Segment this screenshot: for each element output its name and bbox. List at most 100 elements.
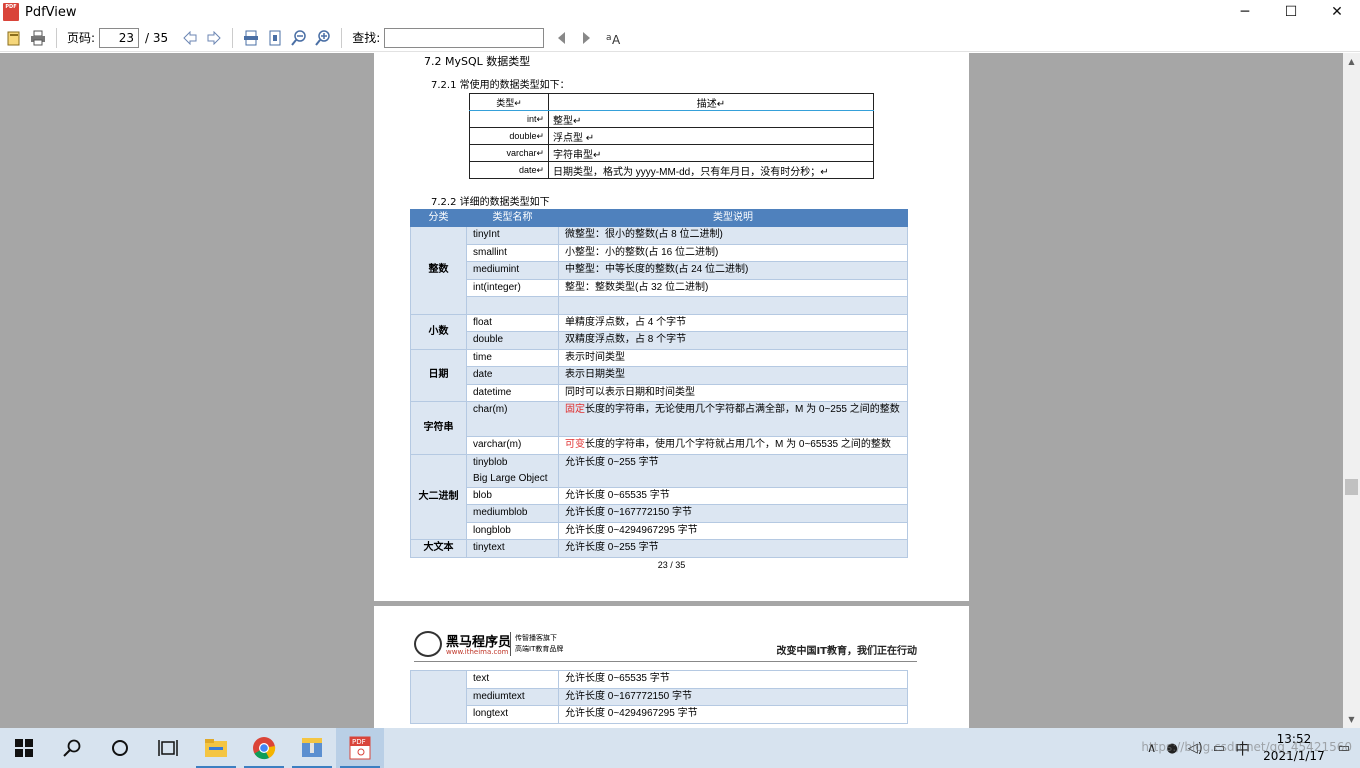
find-previous-icon[interactable] xyxy=(552,28,572,48)
type-name: varchar(m) xyxy=(466,436,559,455)
cortana-icon[interactable] xyxy=(96,728,144,768)
type-description: 允许长度 0~255 字节 xyxy=(558,453,908,488)
type-name: tinyblob Big Large Object xyxy=(466,453,559,488)
page-number-input[interactable] xyxy=(99,27,140,48)
table-row: double 双精度浮点数，占 8 个字节 xyxy=(411,331,908,350)
fit-width-icon[interactable] xyxy=(241,28,261,48)
table-row: varchar↵ 字符串型↵ xyxy=(469,144,874,162)
windows-start-icon[interactable] xyxy=(0,728,48,768)
zoom-out-icon[interactable] xyxy=(289,28,309,48)
blog-watermark: https://blog.csdn.net/qq_45421560 xyxy=(1141,740,1352,754)
table-row: int↵ 整型↵ xyxy=(469,110,874,128)
type-description: 允许长度 0~65535 字节 xyxy=(558,670,908,689)
highlight-variable: 可变 xyxy=(565,439,585,450)
zoom-in-icon[interactable] xyxy=(313,28,333,48)
next-page-icon[interactable] xyxy=(204,28,224,48)
type-name: date xyxy=(466,366,559,385)
type-description: 整型：整数类型(占 32 位二进制) xyxy=(558,278,908,297)
pdfview-taskbar-icon[interactable]: PDF xyxy=(336,728,384,768)
scrollbar-thumb[interactable] xyxy=(1345,479,1358,495)
fit-page-icon[interactable] xyxy=(265,28,285,48)
type-name: mediumint xyxy=(466,261,559,280)
type-name: longtext xyxy=(466,705,559,724)
category-integer: 整数 xyxy=(410,226,467,315)
empty-cell xyxy=(466,296,559,315)
type-description: 中整型：中等长度的整数(占 24 位二进制) xyxy=(558,261,908,280)
page-slogan: 改变中国IT教育，我们正在行动 xyxy=(776,646,917,657)
archive-app-icon[interactable] xyxy=(288,728,336,768)
type-description: 小整型：小的整数(占 16 位二进制) xyxy=(558,243,908,262)
table-row: varchar(m) 可变长度的字符串，使用几个字符就占用几个，M 为 0~65… xyxy=(411,436,908,455)
table-row: mediumtext 允许长度 0~167772150 字节 xyxy=(411,687,908,706)
scroll-down-icon[interactable]: ▼ xyxy=(1343,711,1360,728)
description-text: 长度的字符串，无论使用几个字符都占满全部，M 为 0~255 之间的整数 xyxy=(585,404,900,415)
table-header-type: 类型↵ xyxy=(469,93,549,111)
pdf-page-23: 7.2 MySQL 数据类型 7.2.1 常使用的数据类型如下： 类型↵ 描述↵… xyxy=(374,53,969,601)
find-next-icon[interactable] xyxy=(576,28,596,48)
type-name: mediumblob xyxy=(466,504,559,523)
type-name: smallint xyxy=(466,243,559,262)
table-row: 字符串 char(m) 固定长度的字符串，无论使用几个字符都占满全部，M 为 0… xyxy=(410,401,908,455)
type-description: 允许长度 0~167772150 字节 xyxy=(558,687,908,706)
table-row: longblob 允许长度 0~4294967295 字节 xyxy=(411,521,908,540)
type-description: 可变长度的字符串，使用几个字符就占用几个，M 为 0~65535 之间的整数 xyxy=(558,436,908,455)
table-row: date 表示日期类型 xyxy=(411,366,908,385)
type-description: 同时可以表示日期和时间类型 xyxy=(558,383,908,402)
find-input[interactable] xyxy=(384,27,545,48)
file-explorer-icon[interactable] xyxy=(192,728,240,768)
pdf-app-icon: PDF xyxy=(3,3,19,21)
scroll-up-icon[interactable]: ▲ xyxy=(1343,53,1360,70)
minimize-button[interactable]: ─ xyxy=(1222,0,1268,24)
print-icon[interactable] xyxy=(28,28,48,48)
type-name: longblob xyxy=(466,521,559,540)
subsection-heading-common-types: 7.2.1 常使用的数据类型如下： xyxy=(431,80,570,91)
type-name: time xyxy=(466,348,559,367)
title-bar: PDF PdfView ─ ☐ ✕ xyxy=(0,0,1360,24)
close-button[interactable]: ✕ xyxy=(1314,0,1360,24)
horse-logo-icon xyxy=(414,631,442,657)
type-description: 允许长度 0~4294967295 字节 xyxy=(558,705,908,724)
table-row: 日期 time 表示时间类型 xyxy=(410,348,908,402)
table-header-description: 描述↵ xyxy=(548,93,874,111)
description-cell: 整型↵ xyxy=(548,110,874,128)
search-icon[interactable] xyxy=(48,728,96,768)
open-file-icon[interactable] xyxy=(4,28,24,48)
description-cell: 字符串型↵ xyxy=(548,144,874,162)
vertical-scrollbar[interactable]: ▲ ▼ xyxy=(1343,53,1360,728)
maximize-button[interactable]: ☐ xyxy=(1268,0,1314,24)
chrome-icon[interactable] xyxy=(240,728,288,768)
type-cell: varchar↵ xyxy=(469,144,549,162)
type-description: 表示日期类型 xyxy=(558,366,908,385)
toolbar-divider xyxy=(232,27,234,48)
type-name: blob xyxy=(466,486,559,505)
category-blob: 大二进制 xyxy=(410,453,467,540)
svg-text:A: A xyxy=(612,33,621,46)
header-category: 分类 xyxy=(410,209,467,227)
page-number-footer: 23 / 35 xyxy=(657,560,686,570)
table-row: date↵ 日期类型，格式为 yyyy-MM-dd，只有年月日，没有时分秒；↵ xyxy=(469,161,874,179)
table-row: smallint 小整型：小的整数(占 16 位二进制) xyxy=(411,243,908,262)
table-row: double↵ 浮点型 ↵ xyxy=(469,127,874,145)
page-header: 黑马程序员 www.itheima.com 传智播客旗下 高端IT教育品牌 改变… xyxy=(414,628,917,662)
type-cell: double↵ xyxy=(469,127,549,145)
section-heading: 7.2 MySQL 数据类型 xyxy=(424,55,531,68)
table-row: blob 允许长度 0~65535 字节 xyxy=(411,486,908,505)
table-row: text 允许长度 0~65535 字节 xyxy=(410,670,908,724)
previous-page-icon[interactable] xyxy=(180,28,200,48)
detailed-types-table: 分类 类型名称 类型说明 整数 tinyInt 微整型：很小的整数(占 8 位二… xyxy=(410,209,908,558)
type-name-primary: tinyblob xyxy=(473,456,508,468)
task-view-icon[interactable] xyxy=(144,728,192,768)
type-cell: date↵ xyxy=(469,161,549,179)
document-viewer[interactable]: 7.2 MySQL 数据类型 7.2.1 常使用的数据类型如下： 类型↵ 描述↵… xyxy=(0,53,1343,728)
type-description: 表示时间类型 xyxy=(558,348,908,367)
type-name: char(m) xyxy=(466,401,559,437)
description-text: 长度的字符串，使用几个字符就占用几个，M 为 0~65535 之间的整数 xyxy=(585,439,891,450)
match-case-icon[interactable]: aA xyxy=(604,28,624,48)
table-row: int(integer) 整型：整数类型(占 32 位二进制) xyxy=(411,278,908,297)
toolbar-divider xyxy=(341,27,343,48)
table-row: longtext 允许长度 0~4294967295 字节 xyxy=(411,705,908,724)
description-cell: 浮点型 ↵ xyxy=(548,127,874,145)
find-label: 查找: xyxy=(352,31,381,45)
type-description: 允许长度 0~255 字节 xyxy=(558,539,908,558)
type-description: 允许长度 0~4294967295 字节 xyxy=(558,521,908,540)
